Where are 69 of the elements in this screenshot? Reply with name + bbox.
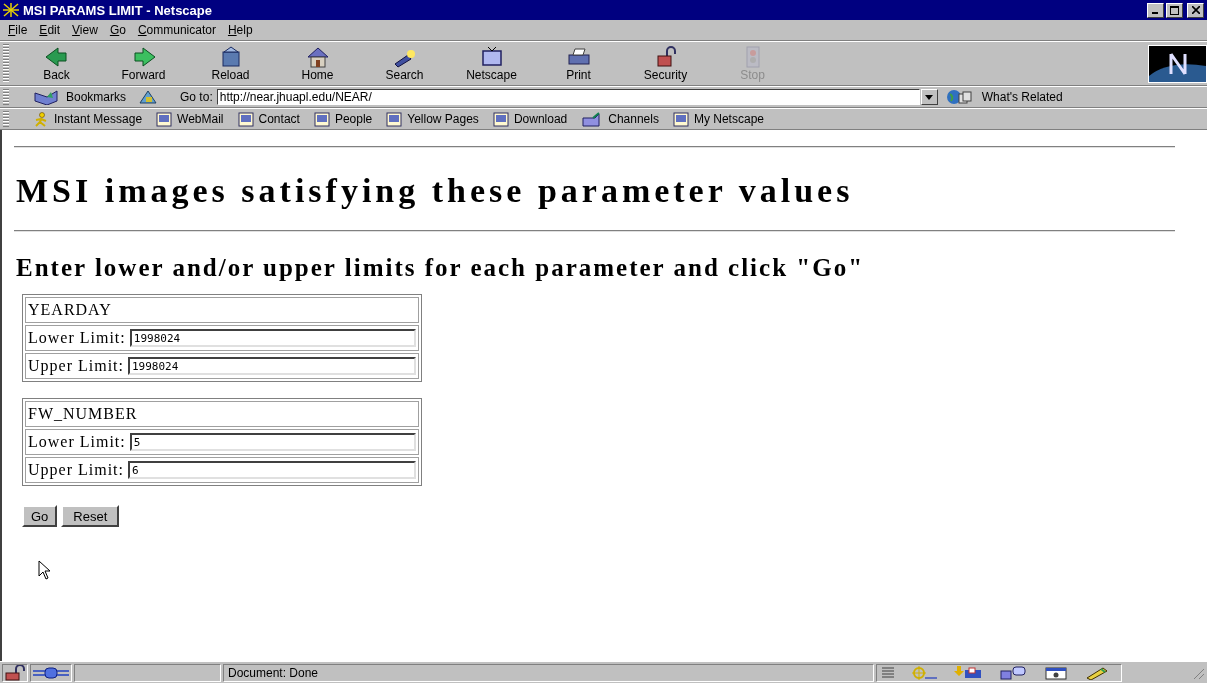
parameter-name: YEARDAY bbox=[28, 301, 112, 318]
menu-item[interactable]: View bbox=[66, 23, 104, 37]
ship-wheel-icon[interactable] bbox=[909, 665, 939, 680]
padlock-icon[interactable] bbox=[2, 663, 28, 682]
toolbar-grip[interactable] bbox=[3, 44, 9, 83]
personal-toolbar-button[interactable]: Instant Message bbox=[13, 111, 151, 127]
toolbar-button[interactable]: Back bbox=[13, 43, 100, 84]
toolbar-grip[interactable] bbox=[3, 89, 9, 105]
limit-field[interactable]: 1998024 bbox=[128, 357, 416, 375]
go-to-label: Go to: bbox=[180, 90, 213, 104]
personal-toolbar-button[interactable]: Yellow Pages bbox=[380, 111, 487, 127]
personal-toolbar-button[interactable]: People bbox=[307, 111, 381, 127]
close-button[interactable] bbox=[1187, 2, 1204, 18]
connection-icon bbox=[30, 663, 72, 682]
personal-toolbar-button[interactable]: Channels bbox=[575, 111, 667, 127]
form-button[interactable]: Go bbox=[22, 505, 58, 527]
limit-label: Upper Limit: bbox=[28, 461, 124, 479]
maximize-icon bbox=[1170, 5, 1179, 15]
whats-related-button[interactable]: What's Related bbox=[941, 89, 1067, 105]
limit-label: Lower Limit: bbox=[28, 329, 126, 347]
printer-icon bbox=[565, 45, 592, 68]
close-icon bbox=[1191, 6, 1200, 14]
page-icon bbox=[492, 111, 509, 127]
minimize-button[interactable] bbox=[1147, 2, 1164, 18]
limit-field[interactable]: 5 bbox=[129, 433, 416, 451]
back-arrow-icon bbox=[43, 45, 70, 68]
limit-label: Lower Limit: bbox=[28, 433, 126, 451]
toolbar-button[interactable]: Netscape bbox=[448, 43, 535, 84]
bookmarks-button[interactable]: Bookmarks bbox=[13, 89, 133, 105]
dropdown-button[interactable] bbox=[920, 89, 938, 105]
status-text: Document: Done bbox=[228, 665, 319, 680]
url-field[interactable]: http://near.jhuapl.edu/NEAR/ bbox=[216, 89, 920, 105]
running-figure-icon bbox=[33, 111, 49, 127]
menu-item[interactable]: Help bbox=[221, 23, 259, 37]
menu-item[interactable]: Edit bbox=[33, 23, 67, 37]
limit-field[interactable]: 1998024 bbox=[129, 329, 416, 347]
caret-icon bbox=[925, 94, 934, 100]
window-title: MSI PARAMS LIMIT - Netscape bbox=[23, 2, 212, 18]
address-card-icon[interactable] bbox=[1043, 665, 1069, 680]
toolbar-button[interactable]: Search bbox=[361, 43, 448, 84]
logo-icon bbox=[1148, 44, 1207, 83]
page-heading: MSI images satisfying these parameter values bbox=[16, 174, 855, 208]
limit-label: Upper Limit: bbox=[28, 357, 124, 375]
menu-item[interactable]: Communicator bbox=[131, 23, 222, 37]
chat-bubbles-icon[interactable] bbox=[999, 665, 1029, 680]
limit-field[interactable]: 6 bbox=[128, 461, 416, 479]
form-button[interactable]: Reset bbox=[61, 505, 120, 527]
personal-toolbar-button[interactable]: Download bbox=[486, 111, 576, 127]
page-icon bbox=[313, 111, 330, 127]
toolbar-button[interactable]: Forward bbox=[100, 43, 187, 84]
page-icon bbox=[672, 111, 689, 127]
toolbar-grip[interactable] bbox=[3, 111, 9, 127]
app-icon bbox=[3, 3, 19, 17]
page-icon bbox=[156, 111, 173, 127]
menu-item[interactable]: File bbox=[2, 23, 34, 37]
personal-toolbar-button[interactable]: My Netscape bbox=[666, 111, 772, 127]
page-icon bbox=[237, 111, 254, 127]
mouse-pointer-icon bbox=[38, 560, 52, 580]
toolbar-button[interactable]: Home bbox=[274, 43, 361, 84]
form-instruction: Enter lower and/or upper limits for each parameter and click "Go" bbox=[16, 254, 865, 282]
menu-item[interactable]: Go bbox=[103, 23, 132, 37]
maximize-button[interactable] bbox=[1166, 2, 1183, 18]
toolbar-button[interactable]: Security bbox=[622, 43, 709, 84]
toolbar-button[interactable]: Reload bbox=[187, 43, 274, 84]
personal-toolbar-button[interactable]: WebMail bbox=[150, 111, 232, 127]
toolbar-button[interactable]: Print bbox=[535, 43, 622, 84]
parameter-name: FW_NUMBER bbox=[28, 405, 138, 422]
page-icon bbox=[386, 111, 403, 127]
personal-toolbar-button[interactable]: Contact bbox=[231, 111, 308, 127]
